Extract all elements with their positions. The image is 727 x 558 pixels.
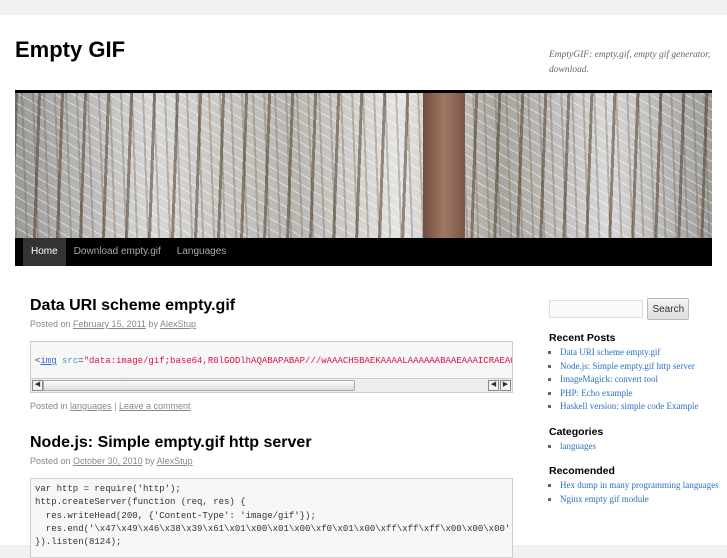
code-block: <img src="data:image/gif;base64,R0lGODlh… [30,341,513,393]
list-item: PHP: Echo example [560,387,719,401]
sidebar-link[interactable]: Haskell version: simple code Example [560,401,698,411]
recent-posts-list: Data URI scheme empty.gif Node.js: Simple… [549,346,719,414]
list-item: languages [560,440,719,454]
list-item: Node.js: Simple empty.gif http server [560,360,719,374]
sidebar-link[interactable]: Data URI scheme empty.gif [560,347,660,357]
sidebar-link[interactable]: Nginx empty gif module [560,494,649,504]
site-description: EmptyGIF: empty.gif, empty gif generator… [549,50,711,75]
categories-title: Categories [549,425,604,438]
scroll-left-icon[interactable]: ◀ [32,380,43,391]
list-item: ImageMagick: convert tool [560,373,719,387]
horizontal-scrollbar[interactable]: ◀ ◀ ▶ [31,378,512,392]
post-author[interactable]: AlexStup [160,319,196,329]
list-item: Data URI scheme empty.gif [560,346,719,360]
post-title[interactable]: Data URI scheme empty.gif [30,297,513,315]
scrollbar-thumb[interactable] [43,380,355,391]
site-title[interactable]: Empty GIF [15,37,125,63]
code-line: http.createServer(function (req, res) { [35,497,246,508]
page: Empty GIF EmptyGIF: empty.gif, empty gif… [0,15,727,558]
post-date[interactable]: February 15, 2011 [73,319,146,329]
code-line: var http = require('http'); [35,484,181,494]
post-meta: Posted on February 15, 2011 by AlexStup [30,319,197,329]
categories-list: languages [549,440,719,454]
nav-languages[interactable]: Languages [169,238,235,266]
list-item: Haskell version: simple code Example [560,400,719,414]
post-footer: Posted in languages | Leave a comment [30,401,191,411]
post-title[interactable]: Node.js: Simple empty.gif http server [30,434,513,452]
nav-home[interactable]: Home [23,238,66,266]
search-input[interactable] [549,300,643,318]
post-date[interactable]: October 30, 2010 [73,456,143,466]
list-item: Hex dump in many programming languages [560,479,719,493]
sidebar-link[interactable]: PHP: Echo example [560,388,633,398]
sidebar-link[interactable]: Hex dump in many programming languages [560,480,719,490]
scroll-left-icon[interactable]: ◀ [488,380,499,391]
nav-download[interactable]: Download empty.gif [66,238,169,266]
category-link[interactable]: languages [70,401,112,411]
sidebar-link[interactable]: ImageMagick: convert tool [560,374,658,384]
search-form: Search [549,298,719,320]
search-button[interactable]: Search [647,298,690,320]
post: Node.js: Simple empty.gif http server Po… [30,434,513,558]
header-image [15,90,712,241]
code-line: res.end('\x47\x49\x46\x38\x39\x61\x01\x0… [35,523,513,534]
code-line: res.writeHead(200, {'Content-Type': 'ima… [35,510,316,521]
code-block: var http = require('http'); http.createSe… [30,478,513,558]
recent-posts-title: Recent Posts [549,332,616,344]
sidebar-link[interactable]: languages [560,441,596,451]
sidebar: Search Recent Posts Data URI scheme empt… [549,298,719,506]
post: Data URI scheme empty.gif Posted on Febr… [30,297,513,411]
code-line: }).listen(8124); [35,537,122,548]
comment-link[interactable]: Leave a comment [119,401,191,411]
list-item: Nginx empty gif module [560,493,719,507]
recommended-list: Hex dump in many programming languages Ng… [549,479,719,506]
main-nav: Home Download empty.gif Languages [15,238,712,266]
tree-trunk [423,93,465,241]
sidebar-link[interactable]: Node.js: Simple empty.gif http server [560,361,695,371]
scroll-right-icon[interactable]: ▶ [500,380,511,391]
recommended-title: Recomended [549,465,615,477]
post-author[interactable]: AlexStup [157,456,193,466]
post-meta: Posted on October 30, 2010 by AlexStup [30,456,193,466]
